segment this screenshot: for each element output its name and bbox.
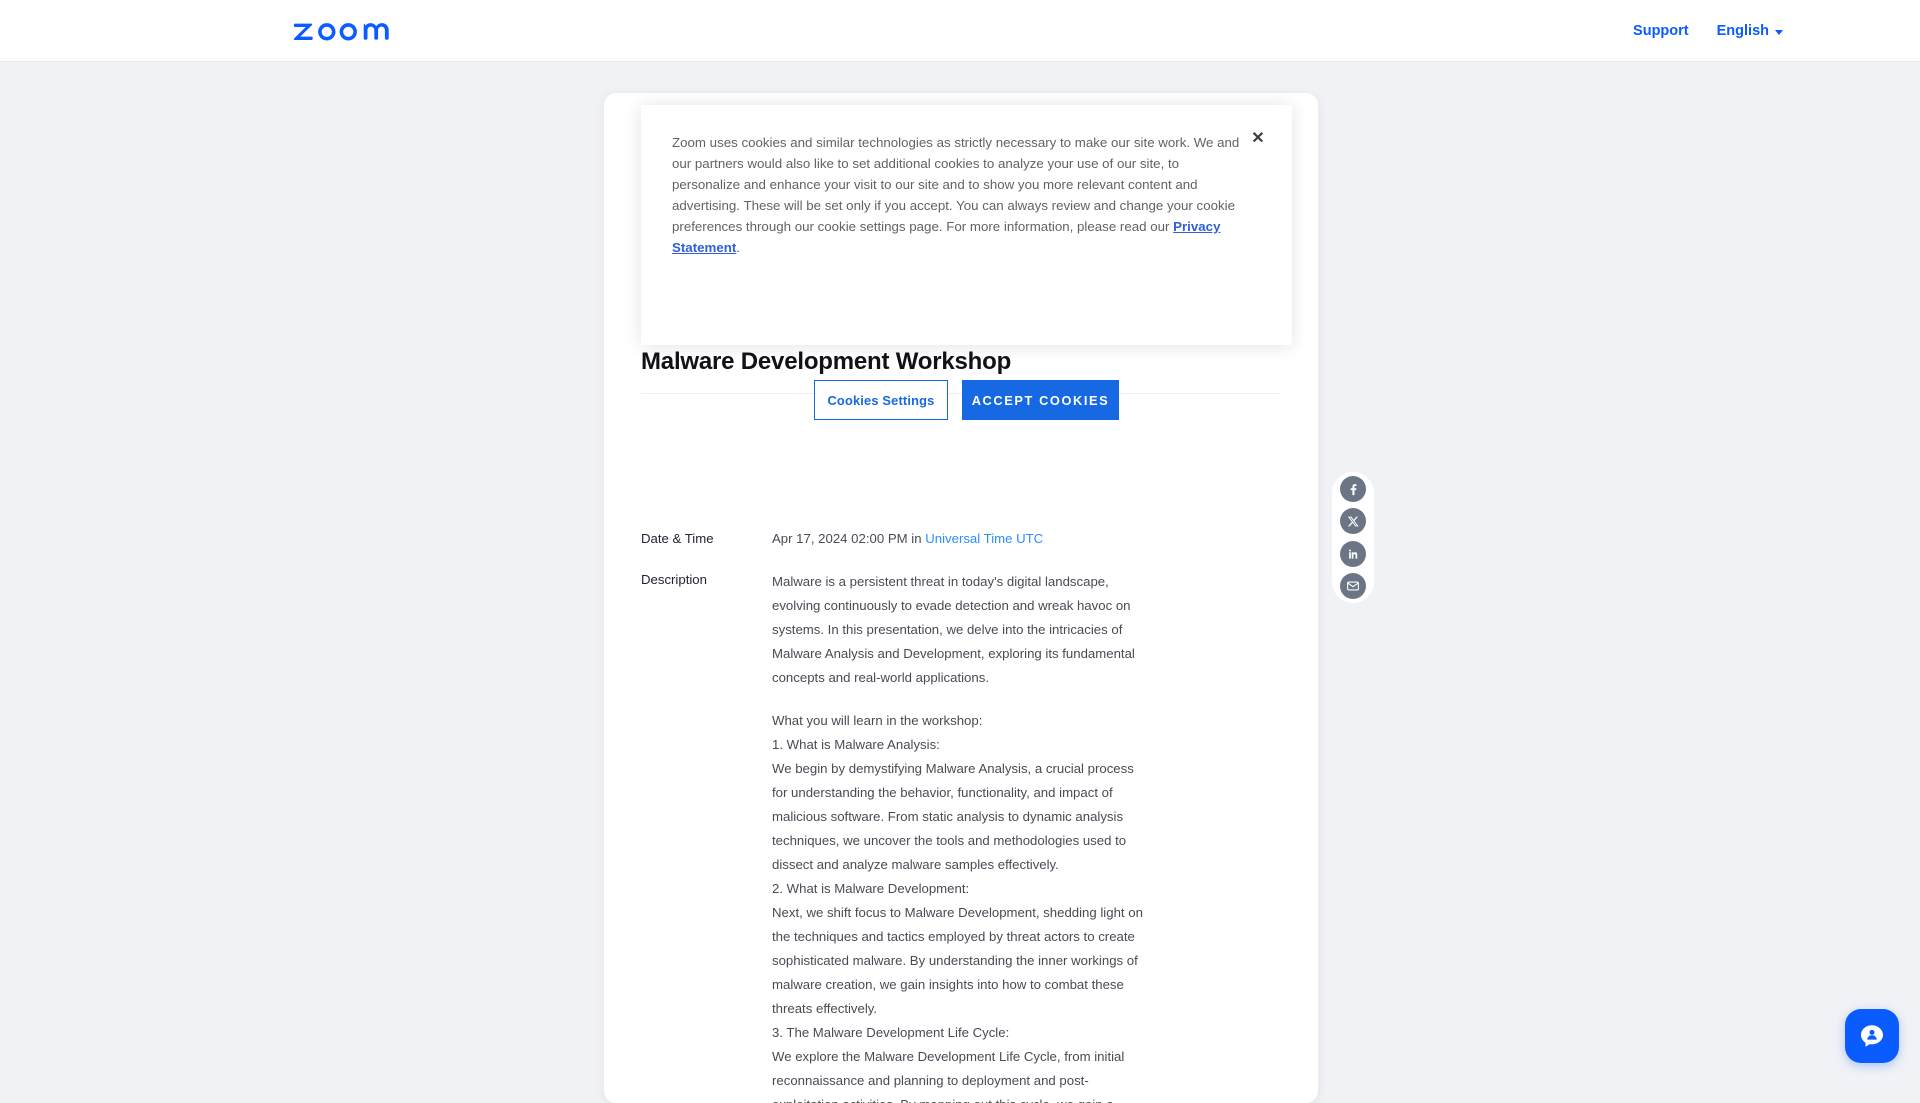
email-glyph (1347, 581, 1359, 591)
cookie-banner-actions: Cookies Settings ACCEPT COOKIES (641, 380, 1292, 420)
date-time-value: Apr 17, 2024 02:00 PM in Universal Time … (772, 529, 1289, 548)
zoom-wordmark-icon (293, 23, 389, 41)
cookie-banner-text: Zoom uses cookies and similar technologi… (672, 132, 1244, 258)
timezone-link[interactable]: Universal Time UTC (925, 531, 1043, 546)
description-paragraph-2: What you will learn in the workshop: 1. … (772, 713, 1143, 1103)
language-selector-label: English (1716, 23, 1769, 39)
x-twitter-glyph (1347, 516, 1359, 527)
cookie-banner-body-suffix: . (736, 240, 740, 255)
social-share-rail (1332, 472, 1374, 603)
cookies-settings-button[interactable]: Cookies Settings (814, 380, 948, 420)
language-selector[interactable]: English (1717, 23, 1783, 39)
site-header: Support English (0, 0, 1920, 62)
date-time-row: Date & Time Apr 17, 2024 02:00 PM in Uni… (641, 529, 1289, 548)
chevron-down-icon (1775, 30, 1783, 35)
chat-person-icon (1861, 1025, 1883, 1047)
facebook-glyph (1350, 483, 1356, 495)
cookie-banner-body: Zoom uses cookies and similar technologi… (672, 135, 1240, 234)
x-twitter-share-icon[interactable] (1340, 508, 1366, 535)
chat-support-button[interactable] (1845, 1009, 1899, 1063)
linkedin-glyph (1348, 549, 1358, 559)
cookie-consent-banner: Zoom uses cookies and similar technologi… (641, 105, 1292, 420)
description-label: Description (641, 572, 707, 587)
support-link[interactable]: Support (1633, 23, 1689, 39)
linkedin-share-icon[interactable] (1340, 540, 1366, 567)
accept-cookies-button[interactable]: ACCEPT COOKIES (962, 380, 1119, 420)
description-paragraph-1: Malware is a persistent threat in today'… (772, 574, 1139, 685)
close-icon[interactable]: ✕ (1246, 127, 1270, 151)
date-time-text: Apr 17, 2024 02:00 PM in (772, 531, 926, 546)
description-row: Description Malware is a persistent thre… (641, 570, 1289, 1103)
description-value: Malware is a persistent threat in today'… (772, 570, 1289, 1103)
email-share-icon[interactable] (1340, 572, 1366, 599)
facebook-share-icon[interactable] (1340, 476, 1366, 502)
page-title: Malware Development Workshop (641, 348, 1012, 375)
date-time-label: Date & Time (641, 531, 714, 546)
zoom-logo[interactable] (293, 16, 405, 44)
header-nav: Support English (1633, 0, 1783, 62)
